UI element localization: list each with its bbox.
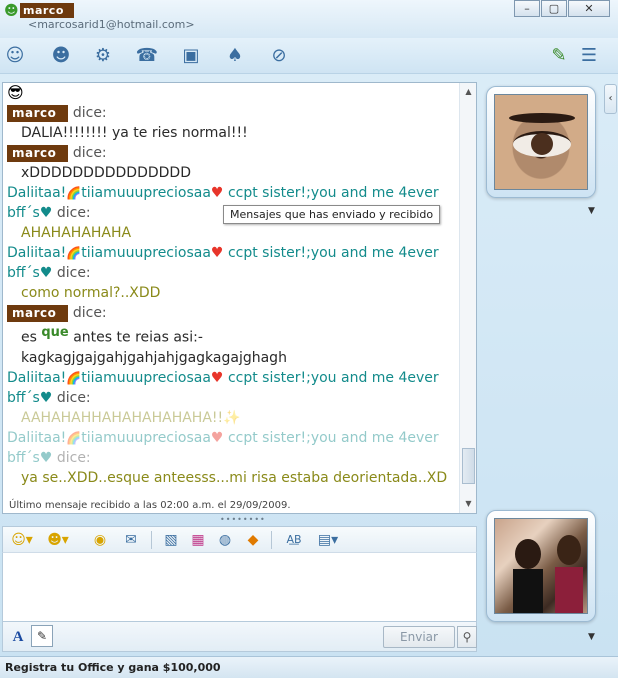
message-text: ya se..XDD..esque anteesss...mi risa est…: [21, 469, 448, 486]
chevron-down-icon[interactable]: ▼: [588, 206, 595, 216]
small-heart-icon: ♥: [39, 265, 53, 281]
heart-icon: ♥: [210, 185, 224, 201]
menu-icon[interactable]: ☰: [576, 44, 602, 68]
scroll-up-icon[interactable]: ▲: [460, 85, 476, 99]
heart-icon: ♥: [210, 429, 224, 446]
handwriting-button[interactable]: ✎: [31, 625, 53, 647]
wink-icon[interactable]: ☻▾: [45, 530, 71, 550]
input-controls: A ✎ Enviar ⚲: [2, 622, 477, 652]
que-emoticon: que: [41, 325, 69, 340]
games-icon[interactable]: ⚙: [90, 44, 116, 68]
message-header: marco dice:: [7, 143, 457, 163]
font-button[interactable]: A: [9, 628, 27, 646]
game-icon[interactable]: ◆: [243, 530, 263, 550]
close-button[interactable]: ✕: [568, 0, 610, 17]
last-message-status: Último mensaje recibido a las 02:00 a.m.…: [9, 500, 291, 511]
sound-icon[interactable]: ◍: [215, 530, 235, 550]
message-header: Daliitaa!🌈tiiamuuupreciosaa♥ ccpt sister…: [7, 185, 439, 201]
message-text: kagkagjgajgahjgahjahjgagkagajghagh: [21, 349, 287, 366]
format-toolbar: ☺▾ ☻▾ ◉ ✉ ▧ ▦ ◍ ◆ A͟B ▤▾: [2, 526, 477, 552]
maximize-button[interactable]: ▢: [541, 0, 567, 17]
message-text: xDDDDDDDDDDDDDDD: [21, 165, 191, 181]
toolbar-separator: [151, 531, 152, 549]
message-header: Daliitaa!🌈tiiamuuupreciosaa♥ ccpt sister…: [7, 429, 439, 446]
invite-contact-icon[interactable]: ☺: [2, 44, 28, 68]
window-controls: – ▢ ✕: [513, 0, 610, 17]
message-text: AHAHAHAHAHA: [21, 225, 132, 241]
message-text: DALIA!!!!!!!! ya te ries normal!!!: [21, 125, 248, 141]
user-picture-frame[interactable]: [486, 510, 596, 622]
message-header: Daliitaa!🌈tiiamuuupreciosaa♥ ccpt sister…: [7, 245, 439, 261]
paint-icon[interactable]: ✎: [546, 44, 572, 68]
conversation-scrollbar[interactable]: ▲ ▼: [459, 83, 476, 513]
rainbow-icon: 🌈: [66, 430, 82, 445]
message-text: es que antes te reias asi:-: [21, 325, 203, 346]
message-list: 😎 marco dice: DALIA!!!!!!!! ya te ries n…: [7, 83, 457, 488]
user-display-picture: [494, 518, 588, 614]
contact-picture-frame[interactable]: [486, 86, 596, 198]
call-icon[interactable]: ☎: [134, 44, 160, 68]
small-heart-icon: ♥: [39, 389, 53, 406]
sender-name: marco: [7, 144, 69, 162]
message-header-cont: bff´s♥ dice:: [7, 449, 91, 466]
background-icon[interactable]: ▧: [161, 530, 181, 550]
activities-icon[interactable]: ☻: [48, 44, 74, 68]
font-style-icon[interactable]: A͟B: [283, 530, 305, 550]
message-input-area[interactable]: [2, 552, 477, 622]
scroll-thumb[interactable]: [462, 448, 475, 484]
contact-email: <marcosarid1@hotmail.com>: [28, 18, 195, 31]
video-call-icon[interactable]: ▣: [178, 44, 204, 68]
voice-clip-icon[interactable]: ✉: [121, 530, 141, 550]
small-heart-icon: ♥: [39, 205, 53, 221]
rainbow-icon: 🌈: [66, 246, 82, 260]
send-button[interactable]: Enviar: [383, 626, 455, 648]
message-header: Daliitaa!🌈tiiamuuupreciosaa♥ ccpt sister…: [7, 369, 439, 386]
title-bar: ☻ marco <marcosarid1@hotmail.com> – ▢ ✕: [0, 0, 618, 38]
user-status-icon: ☻: [4, 3, 19, 19]
message-header-cont: bff´s♥ dice:: [7, 389, 91, 406]
contact-name: marco: [20, 3, 74, 18]
emoticon-icon[interactable]: ☺▾: [9, 530, 35, 550]
message-text: como normal?..XDD: [21, 285, 161, 301]
chevron-down-icon[interactable]: ▼: [588, 632, 595, 642]
block-contact-icon[interactable]: ⊘: [266, 44, 292, 68]
message-header: marco dice:: [7, 303, 457, 323]
message-header-cont: bff´s♥ dice:: [7, 265, 91, 281]
ink-grid-icon[interactable]: ▦: [187, 530, 209, 550]
toolbar-separator: [271, 531, 272, 549]
conversation-history[interactable]: 😎 marco dice: DALIA!!!!!!!! ya te ries n…: [2, 82, 477, 514]
minimize-button[interactable]: –: [514, 0, 540, 17]
translate-icon[interactable]: ▤▾: [313, 530, 343, 550]
pane-splitter[interactable]: ••••••••: [220, 516, 265, 524]
rainbow-icon: 🌈: [66, 370, 82, 385]
message-input[interactable]: [3, 553, 476, 621]
sender-name: marco: [7, 104, 69, 122]
search-icon[interactable]: ⚲: [457, 626, 477, 648]
ad-banner[interactable]: Registra tu Office y gana $100,000: [0, 656, 618, 678]
nudge-icon[interactable]: ◉: [87, 530, 113, 550]
contact-display-picture: [494, 94, 588, 190]
small-heart-icon: ♥: [39, 449, 53, 466]
heart-icon: ♥: [210, 245, 224, 261]
main-toolbar: ☺ ☻ ⚙ ☎ ▣ ♠ ⊘ ✎ ☰: [0, 38, 618, 74]
tooltip: Mensajes que has enviado y recibido: [223, 205, 441, 224]
message-header: marco dice:: [7, 103, 457, 123]
cool-emoticon-icon: 😎: [7, 83, 24, 102]
share-files-icon[interactable]: ♠: [222, 44, 248, 68]
heart-icon: ♥: [210, 369, 224, 386]
sender-name: marco: [7, 304, 69, 322]
sparkle-icon: ✨: [223, 409, 241, 426]
scroll-down-icon[interactable]: ▼: [460, 497, 476, 511]
rainbow-icon: 🌈: [66, 186, 82, 200]
message-text: AAHAHAHHAHAHAHAHAHA!!✨: [21, 409, 241, 426]
collapse-panel-button[interactable]: ‹: [604, 84, 617, 114]
